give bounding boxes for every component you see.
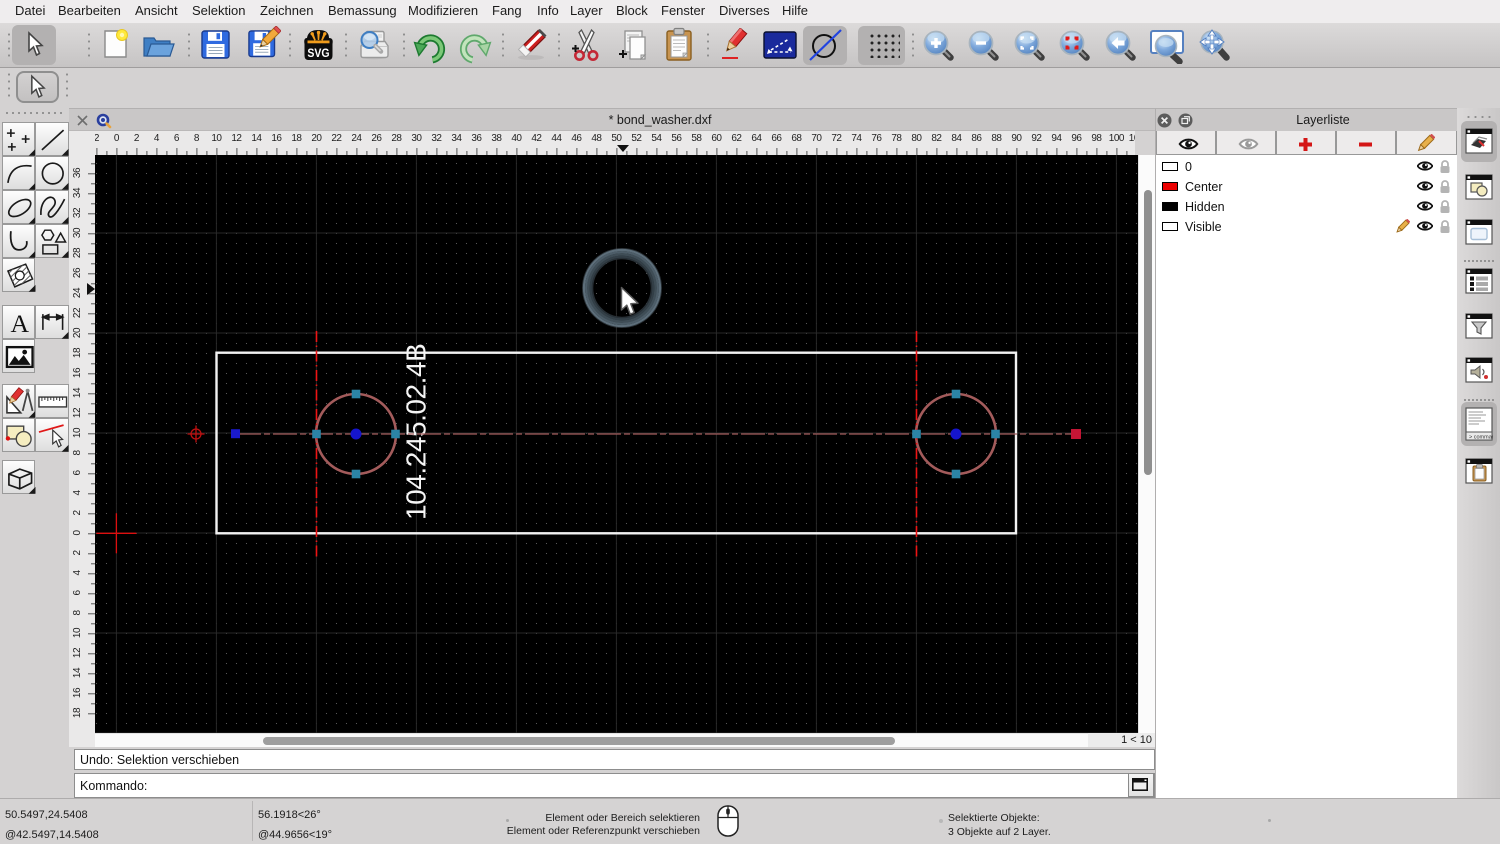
svg-text:104.245.02.4B: 104.245.02.4B bbox=[401, 344, 432, 520]
svg-text:A: A bbox=[10, 308, 29, 337]
svg-text:> command: > command bbox=[1469, 435, 1493, 441]
svg-text:SVG: SVG bbox=[307, 47, 329, 60]
